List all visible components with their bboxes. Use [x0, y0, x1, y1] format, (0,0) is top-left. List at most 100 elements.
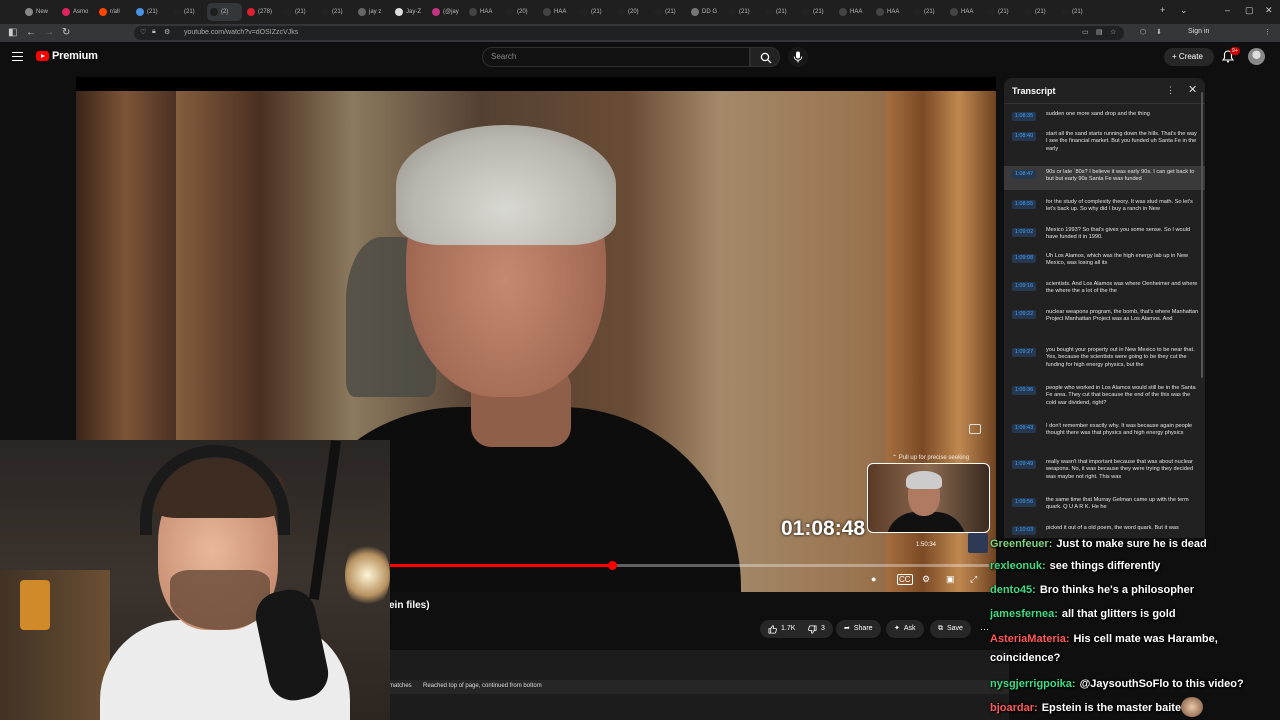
- ask-button[interactable]: ✦ Ask: [886, 620, 924, 638]
- transcript-timestamp[interactable]: 1:08:40: [1012, 132, 1036, 141]
- favorite-icon[interactable]: ♡: [140, 28, 146, 36]
- search-button[interactable]: [750, 47, 780, 67]
- browser-tab[interactable]: (278): [244, 3, 279, 21]
- transcript-segment[interactable]: 1:09:08 Uh Los Alamos, which was the high…: [1004, 250, 1205, 274]
- transcript-timestamp[interactable]: 1:08:35: [1012, 112, 1036, 121]
- browser-tab[interactable]: HAA: [540, 3, 575, 21]
- transcript-segment[interactable]: 1:09:16 scientists. And Los Alamos was wh…: [1004, 278, 1205, 302]
- transcript-timestamp[interactable]: 1:08:55: [1012, 200, 1036, 209]
- browser-tab[interactable]: (21): [318, 3, 353, 21]
- bookmark-star-icon[interactable]: ☆: [1110, 28, 1116, 36]
- voice-search-button[interactable]: [788, 47, 808, 67]
- search-input[interactable]: Search: [482, 47, 750, 67]
- miniplayer-icon[interactable]: ▣: [946, 574, 955, 585]
- sign-in-link[interactable]: Sign in: [1188, 28, 1209, 35]
- browser-tab[interactable]: (21): [910, 3, 945, 21]
- transcript-timestamp[interactable]: 1:09:36: [1012, 386, 1036, 395]
- close-icon[interactable]: ✕: [1188, 83, 1197, 96]
- progress-scrubber-handle[interactable]: [608, 561, 617, 570]
- transcript-segment[interactable]: 1:09:36 people who worked in Los Alamos w…: [1004, 382, 1205, 416]
- browser-tab[interactable]: jay z: [355, 3, 390, 21]
- maximize-icon[interactable]: ▢: [1245, 5, 1254, 16]
- forward-icon[interactable]: →: [44, 27, 54, 38]
- transcript-timestamp[interactable]: 1:09:49: [1012, 460, 1036, 469]
- transcript-timestamp[interactable]: 1:09:08: [1012, 254, 1036, 263]
- site-info-icon[interactable]: ⚙: [164, 28, 170, 36]
- browser-tab[interactable]: Jay-Z: [392, 3, 427, 21]
- browser-tab[interactable]: Asmo: [59, 3, 94, 21]
- transcript-timestamp[interactable]: 1:09:22: [1012, 310, 1036, 319]
- browser-tab[interactable]: (21): [1021, 3, 1056, 21]
- progress-bar[interactable]: [389, 564, 989, 567]
- address-bar[interactable]: youtube.com/watch?v=dOSIZzcVJks: [134, 26, 1124, 40]
- browser-tab[interactable]: (21): [133, 3, 168, 21]
- autoplay-icon[interactable]: ●: [871, 574, 876, 584]
- transcript-timestamp[interactable]: 1:08:47: [1012, 170, 1036, 179]
- pip-icon[interactable]: [969, 424, 981, 434]
- hamburger-menu-icon[interactable]: [12, 52, 23, 61]
- browser-tab[interactable]: HAA: [947, 3, 982, 21]
- browser-tab[interactable]: (21): [281, 3, 316, 21]
- browser-tab[interactable]: (21): [984, 3, 1019, 21]
- transcript-timestamp[interactable]: 1:09:16: [1012, 282, 1036, 291]
- browser-tab[interactable]: HAA: [873, 3, 908, 21]
- new-tab-icon[interactable]: +: [1160, 5, 1165, 15]
- close-window-icon[interactable]: ✕: [1265, 5, 1273, 16]
- downloads-icon[interactable]: ⬇: [1156, 28, 1162, 36]
- youtube-logo-icon[interactable]: [36, 51, 49, 61]
- account-avatar[interactable]: [1248, 48, 1265, 65]
- fullscreen-icon[interactable]: ⤢: [970, 574, 977, 585]
- tab-search-icon[interactable]: ⌄: [1180, 5, 1188, 16]
- transcript-segment[interactable]: 1:09:27 you bought your property out in N…: [1004, 344, 1205, 378]
- dislike-button[interactable]: 3: [800, 620, 833, 638]
- transcript-timestamp[interactable]: 1:09:02: [1012, 228, 1036, 237]
- browser-menu-icon[interactable]: ⋮: [1264, 28, 1271, 36]
- extensions-icon[interactable]: ⬡: [1140, 28, 1146, 36]
- transcript-menu-icon[interactable]: ⋮: [1166, 85, 1175, 96]
- share-button[interactable]: ➦ Share: [836, 620, 881, 638]
- transcript-segment[interactable]: 1:09:22 nuclear weapons program, the bomb…: [1004, 306, 1205, 340]
- create-button[interactable]: + Create: [1164, 48, 1214, 66]
- browser-tab[interactable]: (21): [799, 3, 834, 21]
- transcript-timestamp[interactable]: 1:10:03: [1012, 526, 1036, 535]
- minimize-icon[interactable]: –: [1225, 5, 1230, 15]
- browser-tab[interactable]: HAA: [466, 3, 501, 21]
- browser-tab[interactable]: HAA: [836, 3, 871, 21]
- transcript-segment[interactable]: 1:09:02 Mexico 1993? So that's gives you …: [1004, 224, 1205, 248]
- transcript-scrollbar[interactable]: [1201, 92, 1203, 378]
- transcript-segment[interactable]: 1:08:40 start all the sand starts running…: [1004, 128, 1205, 162]
- browser-tab[interactable]: DD G: [688, 3, 723, 21]
- captions-icon[interactable]: CC: [897, 574, 913, 585]
- install-app-icon[interactable]: ▭: [1082, 28, 1089, 36]
- transcript-timestamp[interactable]: 1:09:27: [1012, 348, 1036, 357]
- browser-tab[interactable]: (21): [651, 3, 686, 21]
- browser-tab[interactable]: (21): [762, 3, 797, 21]
- sidebar-toggle-icon[interactable]: ◧: [8, 27, 17, 38]
- browser-tab[interactable]: New: [22, 3, 57, 21]
- browser-tab[interactable]: (21): [577, 3, 612, 21]
- browser-tab[interactable]: r/all: [96, 3, 131, 21]
- transcript-timestamp[interactable]: 1:09:56: [1012, 498, 1036, 507]
- browser-tab[interactable]: (20): [503, 3, 538, 21]
- settings-icon[interactable]: ⚙: [922, 574, 930, 585]
- more-actions-icon[interactable]: ⋯: [980, 624, 989, 635]
- browser-tab[interactable]: (21): [725, 3, 760, 21]
- save-button[interactable]: ⧉ Save: [930, 620, 971, 638]
- youtube-premium-label[interactable]: Premium: [52, 50, 98, 62]
- browser-tab[interactable]: (2): [207, 3, 242, 21]
- browser-tab[interactable]: (21): [1058, 3, 1093, 21]
- transcript-segment[interactable]: 1:09:56 the same time that Murray Gelman …: [1004, 494, 1205, 518]
- reload-icon[interactable]: ↻: [62, 27, 70, 38]
- browser-tab[interactable]: (@jay: [429, 3, 464, 21]
- transcript-segment[interactable]: 1:09:43 I don't remember exactly why. It …: [1004, 420, 1205, 454]
- transcript-segment[interactable]: 1:08:35 sudden one more sand drop and the…: [1004, 108, 1205, 122]
- browser-tab[interactable]: (21): [170, 3, 205, 21]
- transcript-segment[interactable]: 1:08:47 90s or late `80s? I believe it wa…: [1004, 166, 1205, 190]
- back-icon[interactable]: ←: [26, 27, 36, 38]
- transcript-segment[interactable]: 1:09:49 really wasn't that important beca…: [1004, 456, 1205, 490]
- cast-icon[interactable]: ▤: [1096, 28, 1103, 36]
- transcript-segment[interactable]: 1:08:55 for the study of complexity theor…: [1004, 196, 1205, 222]
- lock-icon[interactable]: 🔒︎: [152, 28, 156, 36]
- transcript-timestamp[interactable]: 1:09:43: [1012, 424, 1036, 433]
- browser-tab[interactable]: (20): [614, 3, 649, 21]
